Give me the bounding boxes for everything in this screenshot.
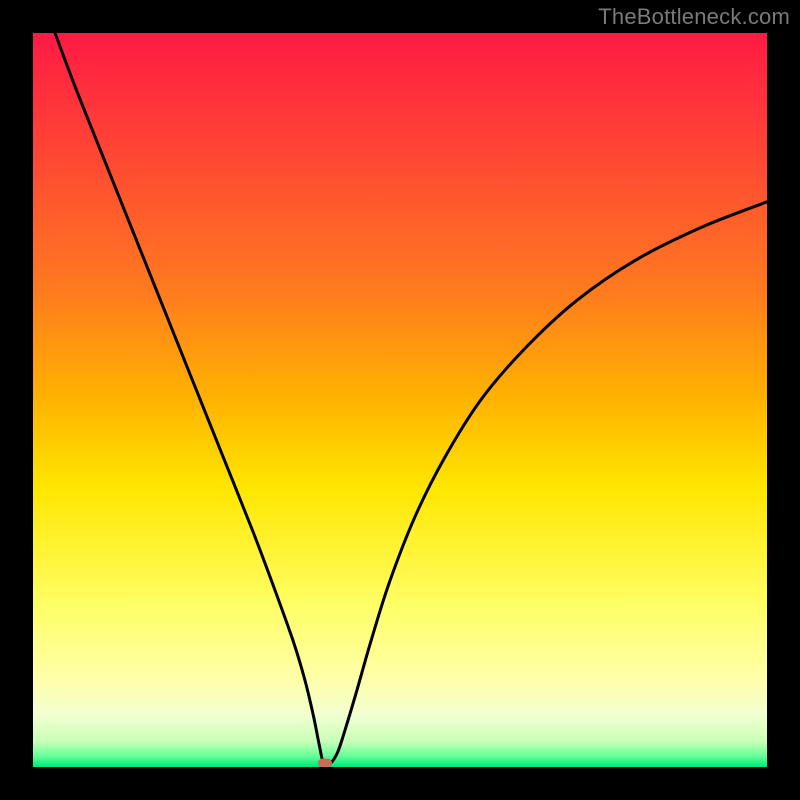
watermark-text: TheBottleneck.com [598,4,790,30]
bottleneck-curve [33,33,767,767]
optimal-point-marker [318,759,332,767]
chart-frame: TheBottleneck.com [0,0,800,800]
plot-area [33,33,767,767]
